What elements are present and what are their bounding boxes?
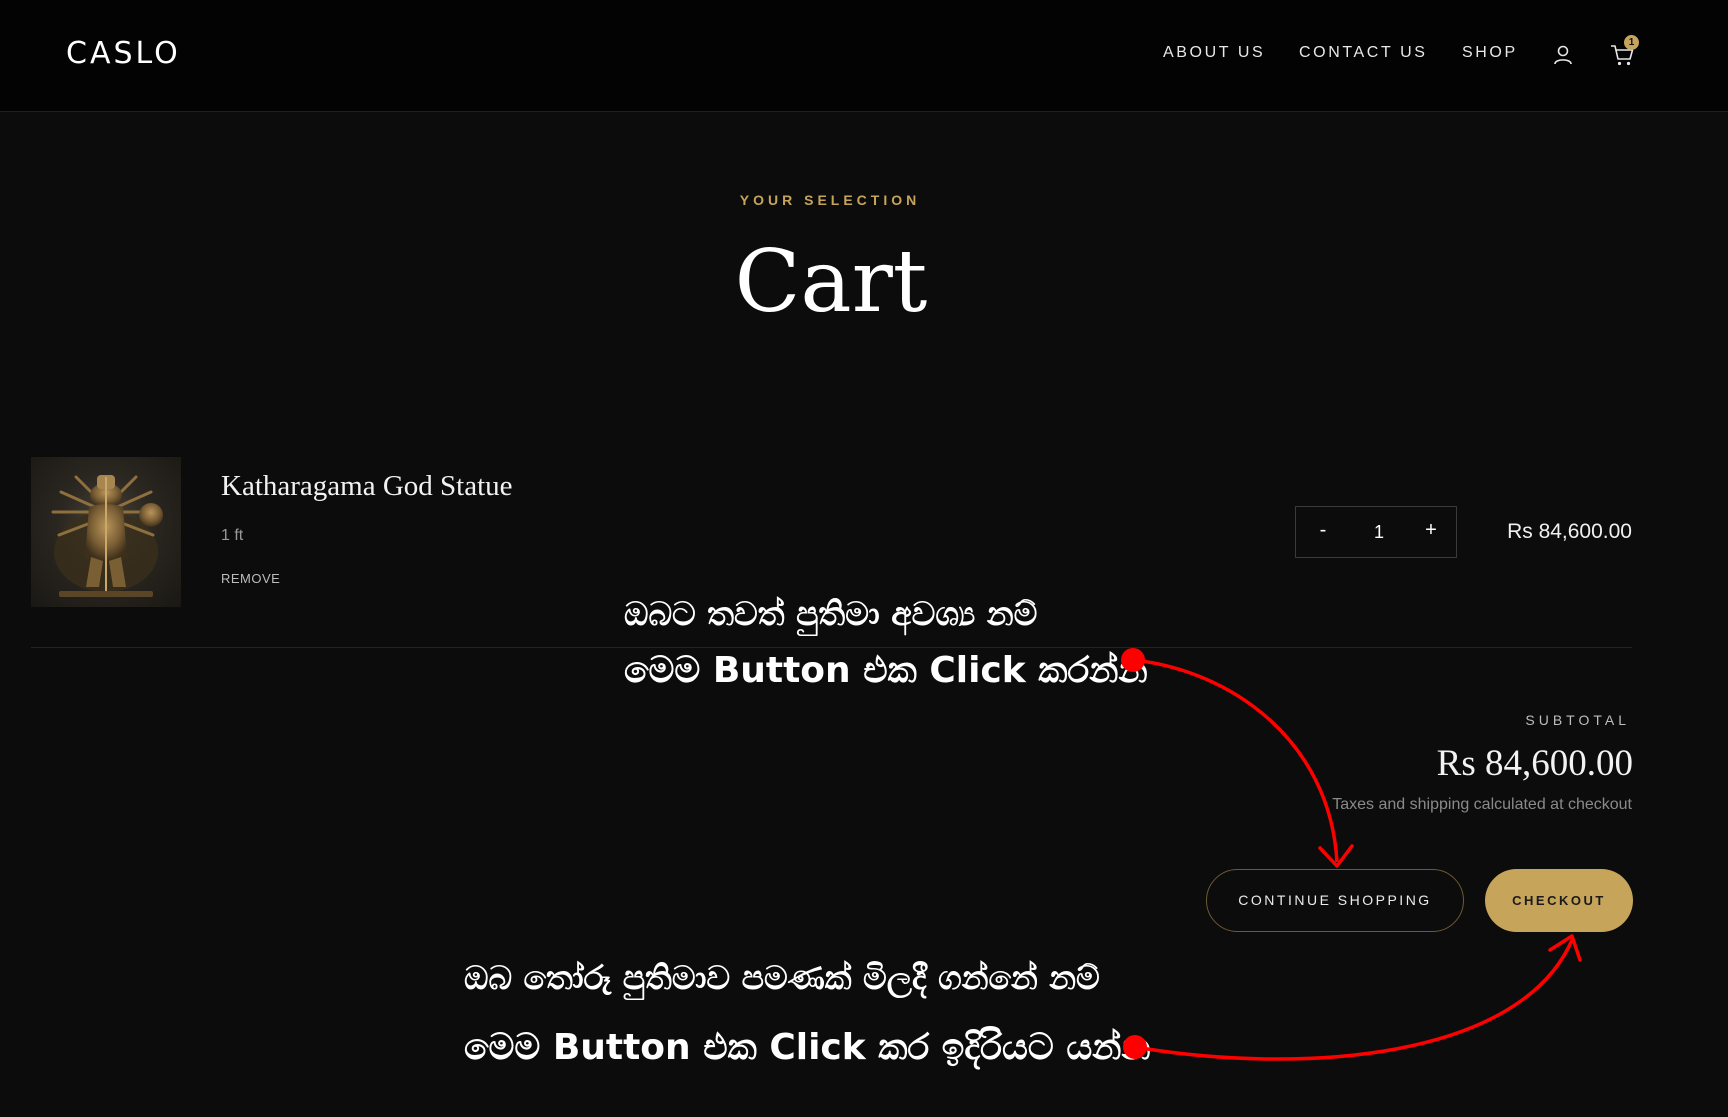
site-header: CASLO ABOUT US CONTACT US SHOP 1	[0, 0, 1728, 112]
nav-about-us[interactable]: ABOUT US	[1163, 44, 1265, 62]
quantity-decrease-button[interactable]: -	[1308, 519, 1338, 542]
quantity-input[interactable]	[1352, 521, 1406, 544]
annotation-continue-line1: ඔබට තවත් පුතිමා අවශ්‍ය නම්	[624, 594, 1038, 633]
annotation-checkout-line2: මෙම Button එක Click කර ඉදිරියට යන්න	[464, 1027, 1151, 1068]
cart-page: CASLO ABOUT US CONTACT US SHOP 1 YOUR SE…	[0, 0, 1728, 1117]
remove-item-link[interactable]: REMOVE	[221, 571, 280, 586]
line-item-price: Rs 84,600.00	[1507, 520, 1632, 543]
product-variant: 1 ft	[221, 527, 244, 544]
nav-contact-us[interactable]: CONTACT US	[1299, 44, 1428, 62]
page-eyebrow: YOUR SELECTION	[739, 192, 921, 208]
product-name[interactable]: Katharagama God Statue	[221, 470, 513, 503]
quantity-stepper: - +	[1295, 506, 1457, 558]
continue-shopping-button[interactable]: CONTINUE SHOPPING	[1206, 869, 1464, 932]
annotation-continue-line2: මෙම Button එක Click කරන්න	[624, 650, 1148, 691]
quantity-increase-button[interactable]: +	[1416, 519, 1446, 542]
tax-shipping-note: Taxes and shipping calculated at checkou…	[1332, 796, 1632, 813]
user-icon[interactable]	[1552, 44, 1574, 66]
subtotal-value: Rs 84,600.00	[1436, 743, 1633, 784]
page-title: Cart	[734, 232, 928, 332]
subtotal-label: SUBTOTAL	[1525, 712, 1630, 728]
product-image[interactable]	[31, 457, 181, 607]
cart-count-badge: 1	[1624, 35, 1639, 50]
checkout-button[interactable]: CHECKOUT	[1485, 869, 1633, 932]
annotation-checkout-line1: ඔබ තෝරූ පුතිමාව පමණක් මිලදී ගන්නේ නම්	[464, 958, 1100, 997]
nav-shop[interactable]: SHOP	[1462, 44, 1518, 62]
annotation-arrow-checkout	[1123, 934, 1582, 1061]
site-logo[interactable]: CASLO	[66, 36, 181, 71]
line-divider	[31, 647, 1632, 648]
annotation-arrows	[1121, 648, 1582, 1061]
